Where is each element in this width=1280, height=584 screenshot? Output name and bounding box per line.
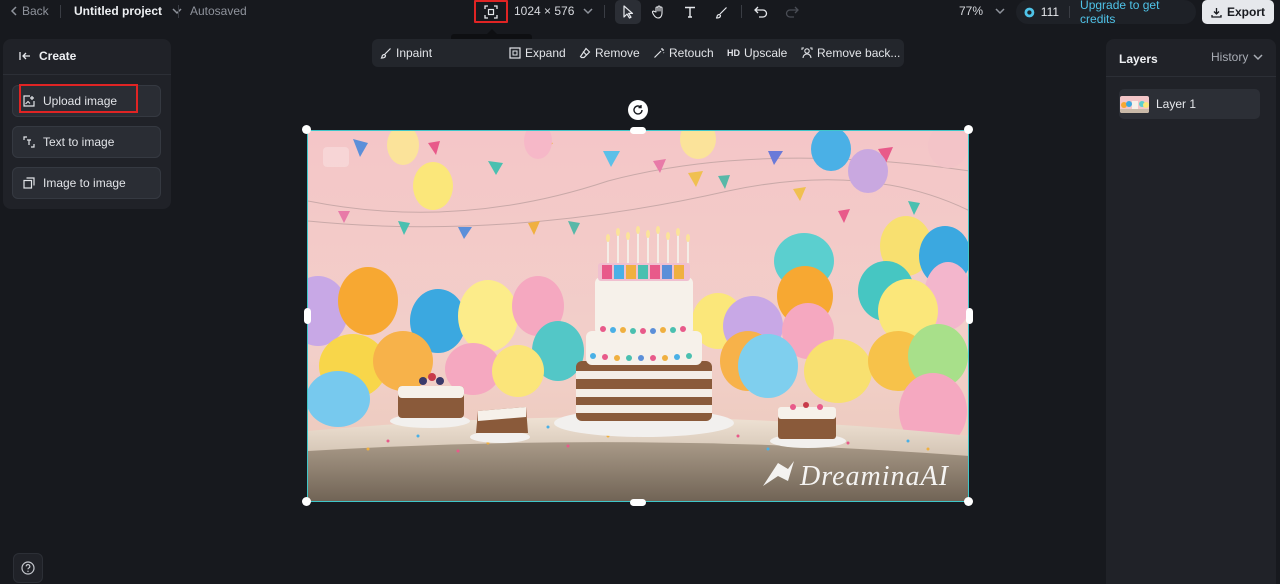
resize-handle-top-left[interactable] — [302, 125, 311, 134]
upgrade-link[interactable]: Upgrade to get credits — [1080, 0, 1196, 26]
text-tool-button[interactable] — [677, 0, 703, 24]
remove-background-button[interactable]: Remove back... — [801, 39, 900, 67]
divider — [3, 74, 171, 75]
text-to-image-icon — [23, 136, 35, 148]
retouch-label: Retouch — [669, 46, 714, 60]
inpaint-icon — [380, 48, 391, 59]
create-panel-header[interactable]: Create — [19, 49, 76, 63]
inpaint-label: Inpaint — [396, 46, 433, 60]
image-to-image-icon — [23, 177, 35, 189]
expand-label: Expand — [525, 46, 566, 60]
resize-handle-right[interactable] — [966, 308, 973, 324]
image-badge — [323, 147, 349, 167]
project-title-text: Untitled project — [74, 4, 163, 18]
divider — [1106, 76, 1276, 77]
save-status: Autosaved — [190, 4, 247, 18]
export-label: Export — [1226, 5, 1265, 19]
eraser-icon — [579, 47, 591, 59]
export-button[interactable]: Export — [1202, 0, 1274, 24]
brush-icon — [715, 6, 727, 19]
chevron-down-icon — [583, 8, 593, 15]
undo-icon — [754, 6, 768, 18]
help-icon — [21, 561, 35, 575]
remove-button[interactable]: Remove — [579, 39, 640, 67]
chevron-down-icon — [995, 8, 1005, 15]
divider — [60, 5, 61, 18]
resize-handle-bottom-right[interactable] — [964, 497, 973, 506]
credits-count: 111 — [1040, 5, 1060, 19]
zoom-dropdown[interactable]: 77% — [959, 4, 1007, 18]
history-dropdown[interactable]: History — [1211, 50, 1264, 64]
text-to-image-button[interactable]: Text to image — [12, 126, 161, 158]
hand-tool-button[interactable] — [646, 0, 672, 24]
redo-button[interactable] — [779, 0, 805, 24]
upscale-button[interactable]: HD Upscale — [727, 39, 787, 67]
select-tool-button[interactable] — [615, 0, 641, 24]
layer-item[interactable]: Layer 1 — [1119, 89, 1260, 119]
expand-button[interactable]: Expand — [509, 39, 566, 67]
create-panel-title: Create — [39, 49, 77, 63]
person-cutout-icon — [801, 47, 813, 59]
credits-coin-icon — [1024, 7, 1035, 17]
canvas-size-value: 1024 × 576 — [514, 4, 575, 18]
cursor-arrow-icon — [623, 5, 634, 19]
resize-handle-bottom[interactable] — [630, 499, 646, 506]
fit-to-content-button[interactable] — [474, 0, 508, 23]
hd-icon: HD — [727, 48, 740, 58]
image-to-image-label: Image to image — [43, 176, 126, 190]
project-title[interactable]: Untitled project — [74, 4, 184, 18]
layers-panel: Layers History Layer 1 — [1106, 39, 1276, 584]
upload-highlight-box — [19, 84, 138, 113]
canvas-image[interactable]: DreaminaAI — [307, 130, 969, 502]
divider — [178, 5, 179, 18]
remove-label: Remove — [595, 46, 640, 60]
text-icon — [685, 6, 695, 18]
divider — [1069, 6, 1071, 18]
layer-thumbnail — [1120, 95, 1149, 113]
fit-to-content-icon — [484, 4, 498, 19]
birthday-cake-image — [308, 131, 968, 501]
inpaint-button[interactable]: Inpaint — [380, 39, 432, 67]
divider — [741, 5, 742, 18]
resize-handle-top[interactable] — [630, 127, 646, 134]
retouch-button[interactable]: Retouch — [653, 39, 714, 67]
upscale-label: Upscale — [744, 46, 788, 60]
undo-button[interactable] — [748, 0, 774, 24]
collapse-left-icon — [19, 52, 30, 60]
text-to-image-label: Text to image — [43, 135, 115, 149]
hand-icon — [652, 5, 663, 19]
resize-handle-left[interactable] — [304, 308, 311, 324]
divider — [604, 5, 605, 18]
create-panel: Create Upload image Text to image Image … — [3, 39, 171, 209]
canvas-size-dropdown[interactable]: 1024 × 576 — [514, 4, 595, 18]
top-bar: Back Untitled project Autosaved 1024 × 5… — [0, 0, 1280, 26]
rotate-handle[interactable] — [628, 100, 648, 120]
edit-toolbar: Inpaint Expand Remove Retouch HD Upscale… — [372, 39, 904, 67]
layer-name: Layer 1 — [1156, 97, 1197, 111]
brush-tool-button[interactable] — [708, 0, 734, 24]
history-label: History — [1211, 50, 1249, 64]
image-to-image-button[interactable]: Image to image — [12, 167, 161, 199]
resize-handle-top-right[interactable] — [964, 125, 973, 134]
zoom-value: 77% — [959, 4, 984, 18]
credits-pill[interactable]: 111 Upgrade to get credits — [1016, 0, 1196, 26]
expand-icon — [509, 47, 521, 59]
back-button[interactable]: Back — [10, 4, 49, 18]
help-button[interactable] — [13, 553, 43, 583]
chevron-left-icon — [10, 6, 17, 16]
remove-background-label: Remove back... — [817, 46, 901, 60]
chevron-down-icon — [1253, 54, 1263, 61]
magic-wand-icon — [654, 48, 665, 58]
layers-title: Layers — [1119, 52, 1158, 66]
back-label: Back — [22, 4, 49, 18]
download-icon — [1211, 7, 1222, 18]
redo-icon — [785, 6, 799, 18]
rotate-icon — [633, 105, 643, 115]
resize-handle-bottom-left[interactable] — [302, 497, 311, 506]
dreamina-watermark: DreaminaAI — [800, 461, 949, 492]
